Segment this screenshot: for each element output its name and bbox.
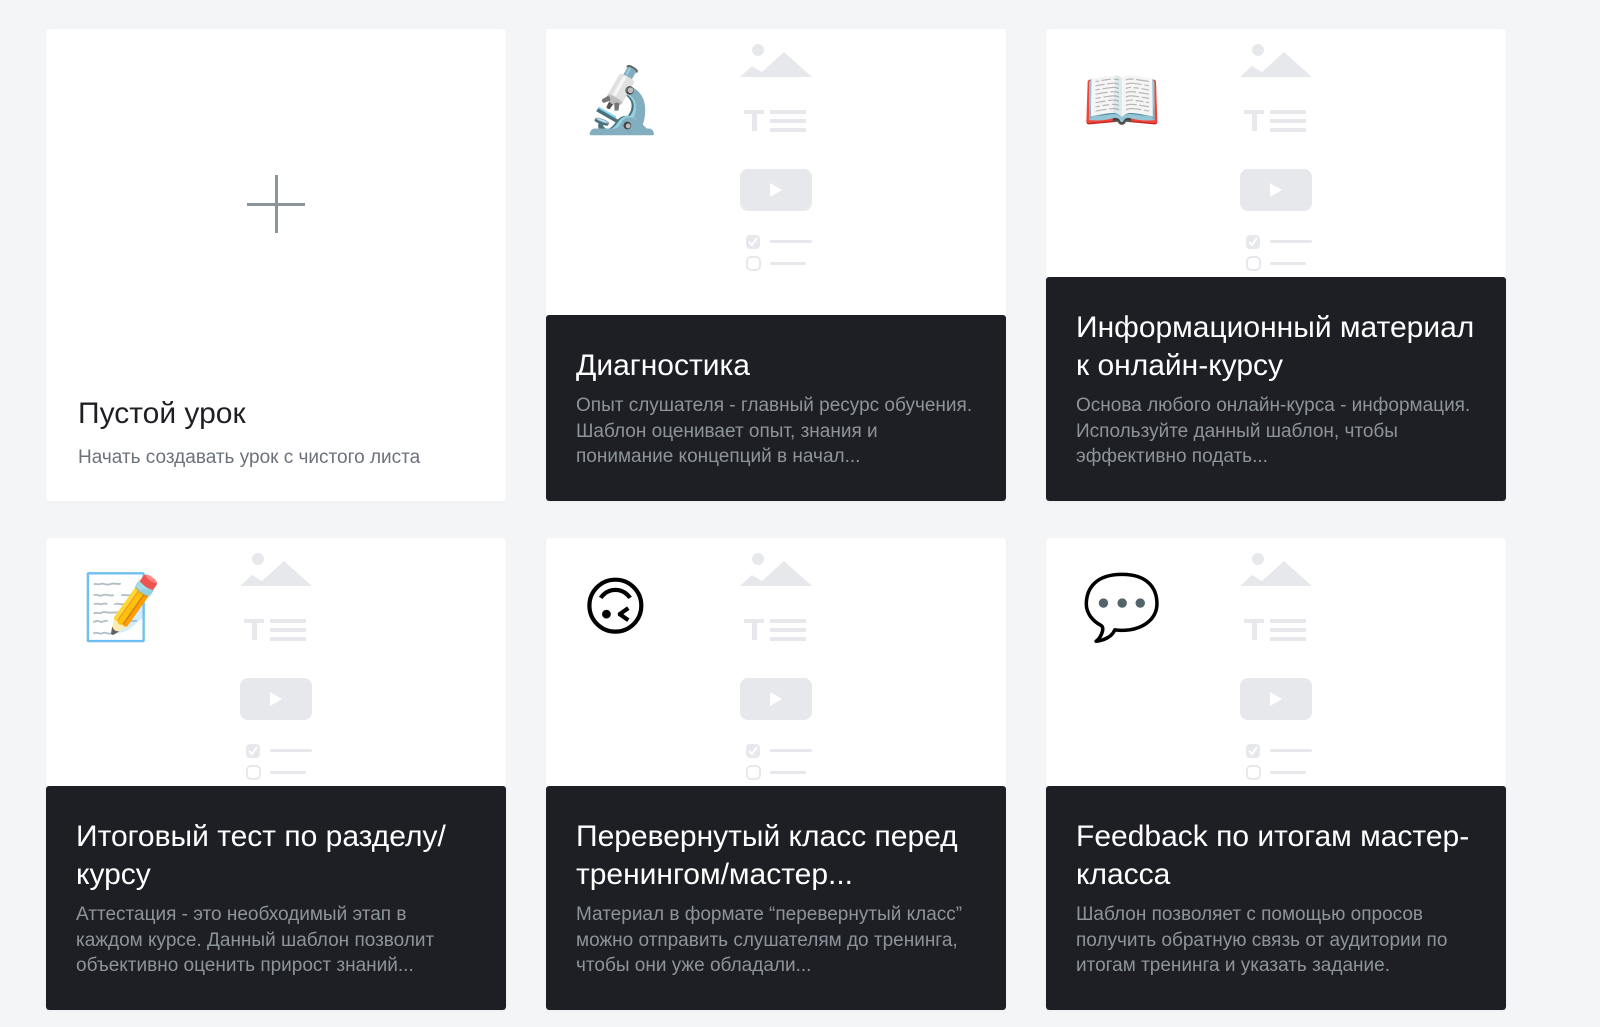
template-preview-placeholder [740,44,812,271]
card-description: Шаблон позволяет с помощью опросов получ… [1076,904,1448,976]
plus-icon [247,175,305,233]
card-info-panel: Диагностика Опыт слушателя - главный рес… [546,315,1006,501]
card-description: Материал в формате “перевернутый класс” … [576,904,963,976]
page: { "icon_names": { "empty": "plus-icon", … [0,0,1600,1027]
template-card-diagnostics[interactable]: 🔬 Диагностика Опыт слушателя - главный р… [546,29,1006,501]
template-card-flipped-class[interactable]: 🙃 Перевернутый класс перед тренингом/мас… [546,538,1006,1010]
card-title: Информационный материал к онлайн-курсу [1076,311,1475,382]
card-info-panel: Feedback по итогам мастер-класса Шаблон … [1046,786,1506,1010]
card-description: Опыт слушателя - главный ресурс обучения… [576,395,973,467]
template-preview-placeholder [740,553,812,780]
empty-lesson-card[interactable]: Пустой урок Начать создавать урок с чист… [46,29,506,501]
card-description: Начать создавать урок с чистого листа [78,447,421,468]
template-preview-placeholder [240,553,312,780]
memo-pencil-icon: 📝 [82,571,162,645]
card-info-panel: Информационный материал к онлайн-курсу О… [1046,277,1506,501]
microscope-icon: 🔬 [582,64,662,138]
card-title: Пустой урок [78,397,246,430]
template-card-final-test[interactable]: 📝 Итоговый тест по разделу/курсу Аттеста… [46,538,506,1010]
card-description: Основа любого онлайн-курса - информация.… [1076,395,1471,467]
template-preview-placeholder [1240,44,1312,271]
card-info-panel: Перевернутый класс перед тренингом/масте… [546,786,1006,1010]
upside-down-face-icon: 🙃 [582,571,649,645]
card-title: Feedback по итогам мастер-класса [1076,820,1470,891]
card-title: Перевернутый класс перед тренингом/масте… [576,820,958,891]
open-book-icon: 📖 [1082,64,1162,138]
template-card-feedback[interactable]: 💬 Feedback по итогам мастер-класса Шабло… [1046,538,1506,1010]
card-title: Диагностика [576,349,750,382]
template-preview-placeholder [1240,553,1312,780]
card-title: Итоговый тест по разделу/курсу [76,820,446,891]
card-description: Аттестация - это необходимый этап в кажд… [76,904,435,976]
speech-bubble-icon: 💬 [1082,571,1162,645]
template-card-info-material[interactable]: 📖 Информационный материал к онлайн-курсу… [1046,29,1506,501]
card-info-panel: Итоговый тест по разделу/курсу Аттестаци… [46,786,506,1010]
